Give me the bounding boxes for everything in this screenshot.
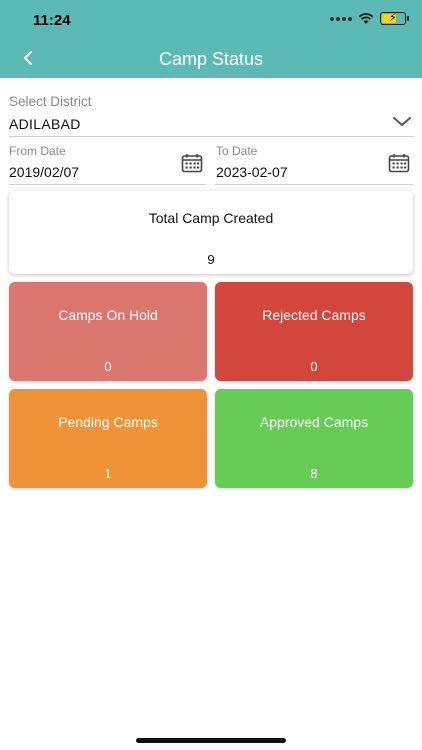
camps-on-hold-title: Camps On Hold (58, 307, 158, 323)
approved-camps-title: Approved Camps (259, 414, 369, 430)
rejected-camps-title: Rejected Camps (262, 307, 366, 323)
from-date-label: From Date (9, 144, 66, 158)
chevron-down-icon[interactable] (392, 114, 412, 130)
pending-camps-title: Pending Camps (58, 414, 158, 430)
status-icons: ⚡ (330, 12, 409, 25)
total-camp-card[interactable]: Total Camp Created 9 (9, 191, 413, 274)
from-date-underline (9, 184, 206, 185)
district-label: Select District (9, 94, 92, 109)
rejected-camps-count: 0 (310, 359, 318, 374)
to-date-underline (215, 184, 413, 185)
pending-camps-card[interactable]: Pending Camps 1 (9, 389, 207, 488)
total-camp-count: 9 (207, 252, 215, 267)
calendar-icon[interactable] (388, 153, 410, 173)
district-underline (9, 136, 414, 137)
pending-camps-count: 1 (104, 466, 112, 481)
camps-on-hold-count: 0 (104, 359, 112, 374)
to-date-label: To Date (216, 144, 258, 158)
approved-camps-count: 8 (310, 466, 318, 481)
from-date-field[interactable]: 2019/02/07 (9, 164, 79, 180)
camps-on-hold-card[interactable]: Camps On Hold 0 (9, 282, 207, 381)
approved-camps-card[interactable]: Approved Camps 8 (215, 389, 413, 488)
total-camp-title: Total Camp Created (148, 210, 274, 226)
rejected-camps-card[interactable]: Rejected Camps 0 (215, 282, 413, 381)
district-select[interactable]: ADILABAD (9, 116, 81, 132)
status-time: 11:24 (33, 12, 71, 29)
calendar-icon[interactable] (181, 153, 203, 173)
battery-icon: ⚡ (380, 12, 409, 25)
to-date-field[interactable]: 2023-02-07 (216, 164, 288, 180)
home-indicator[interactable] (136, 738, 286, 743)
wifi-icon (358, 12, 374, 24)
signal-icon (330, 16, 352, 21)
page-title: Camp Status (158, 49, 264, 69)
